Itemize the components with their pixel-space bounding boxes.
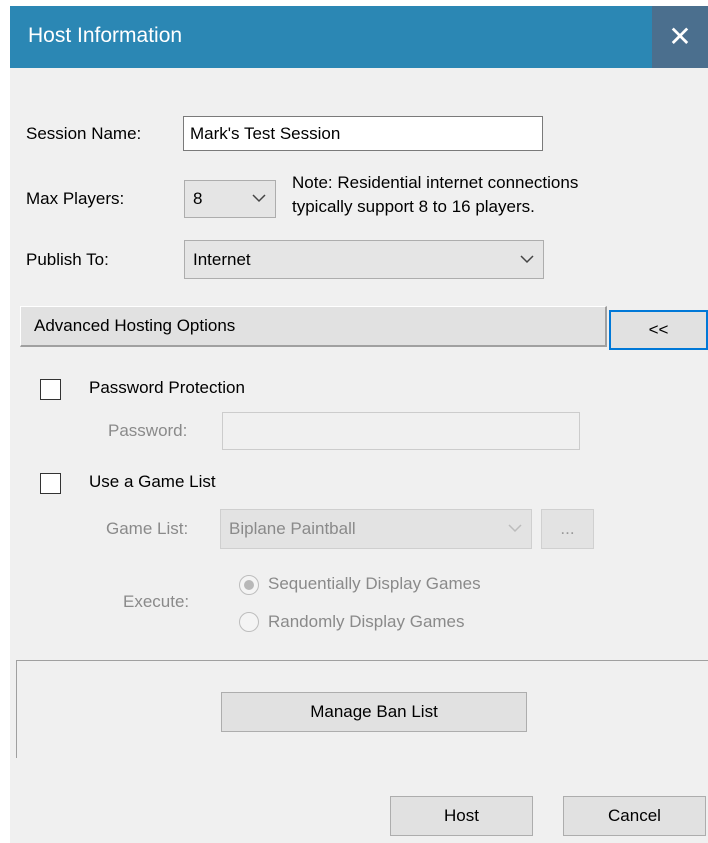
- collapse-advanced-button[interactable]: <<: [609, 310, 708, 350]
- max-players-note-line2: typically support 8 to 16 players.: [292, 197, 535, 216]
- browse-game-list-label: ...: [560, 519, 575, 538]
- use-game-list-checkbox[interactable]: [40, 473, 61, 494]
- password-protection-label: Password Protection: [89, 378, 245, 397]
- game-list-label: Game List:: [106, 519, 189, 538]
- max-players-value: 8: [193, 189, 203, 208]
- execute-label: Execute:: [123, 592, 190, 611]
- publish-to-label: Publish To:: [26, 250, 109, 269]
- close-button[interactable]: ✕: [652, 6, 708, 68]
- cancel-button-label: Cancel: [608, 806, 661, 825]
- use-game-list-label: Use a Game List: [89, 472, 216, 491]
- chevron-down-icon: [508, 524, 522, 533]
- radio-sequentially-label: Sequentially Display Games: [268, 574, 481, 593]
- password-label: Password:: [108, 421, 188, 440]
- radio-randomly-label: Randomly Display Games: [268, 612, 465, 631]
- publish-to-value: Internet: [193, 250, 251, 269]
- game-list-value: Biplane Paintball: [229, 519, 356, 538]
- radio-randomly[interactable]: [239, 612, 259, 632]
- session-name-input[interactable]: Mark's Test Session: [183, 116, 543, 151]
- session-name-value: Mark's Test Session: [190, 124, 341, 143]
- password-input[interactable]: [222, 412, 580, 450]
- password-protection-checkbox[interactable]: [40, 379, 61, 400]
- radio-selected-dot: [244, 580, 254, 590]
- title-bar: Host Information ✕: [10, 6, 708, 68]
- cancel-button[interactable]: Cancel: [563, 796, 706, 836]
- collapse-advanced-label: <<: [648, 320, 669, 339]
- window-title: Host Information: [28, 24, 183, 47]
- host-button-label: Host: [444, 806, 479, 825]
- chevron-down-icon: [252, 194, 266, 203]
- chevron-down-icon: [520, 254, 534, 263]
- manage-ban-list-button[interactable]: Manage Ban List: [221, 692, 527, 732]
- manage-ban-list-label: Manage Ban List: [310, 702, 438, 721]
- max-players-note-line1: Note: Residential internet connections: [292, 173, 579, 192]
- close-icon: ✕: [668, 21, 692, 52]
- game-list-dropdown[interactable]: Biplane Paintball: [220, 509, 532, 549]
- browse-game-list-button[interactable]: ...: [541, 509, 594, 549]
- max-players-label: Max Players:: [26, 189, 125, 208]
- host-button[interactable]: Host: [390, 796, 533, 836]
- advanced-hosting-options-header[interactable]: Advanced Hosting Options: [20, 306, 607, 347]
- advanced-hosting-options-label: Advanced Hosting Options: [34, 316, 236, 335]
- publish-to-dropdown[interactable]: Internet: [184, 240, 544, 279]
- session-name-label: Session Name:: [26, 124, 142, 143]
- radio-sequentially[interactable]: [239, 575, 259, 595]
- host-information-dialog: Host Information ✕ Session Name: Mark's …: [10, 6, 708, 843]
- max-players-dropdown[interactable]: 8: [184, 180, 276, 218]
